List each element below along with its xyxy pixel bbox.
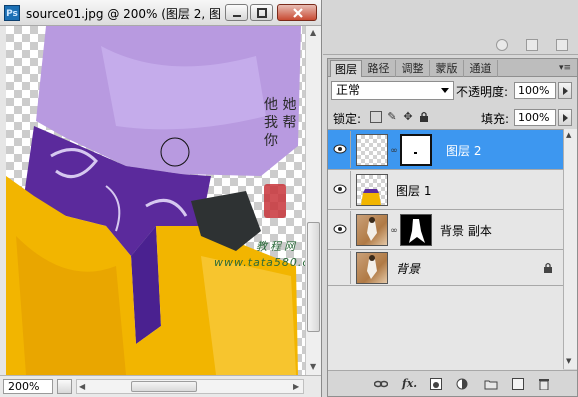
close-icon [293,8,303,18]
tab-masks[interactable]: 蒙版 [430,60,464,77]
link-layers-icon[interactable] [373,378,389,390]
chevron-down-icon [441,88,449,93]
layer-mask-thumbnail[interactable] [400,214,432,246]
tab-paths[interactable]: 路径 [362,60,396,77]
fill-field[interactable]: 100% [514,109,556,126]
vertical-scroll-thumb[interactable] [307,222,320,332]
layer-thumbnail[interactable] [356,214,388,246]
scroll-left-arrow-icon[interactable]: ◀ [79,382,85,391]
scroll-down-arrow-icon[interactable]: ▼ [566,357,571,365]
no-entry-icon[interactable] [496,39,509,51]
visibility-toggle[interactable] [329,251,351,284]
watermark-char: 他 [264,97,278,113]
adjustment-layer-icon[interactable] [456,378,468,390]
maximize-icon [257,8,267,18]
watermark-char: 我 [264,115,278,131]
watermark-char: 你 [264,133,278,149]
tab-channels[interactable]: 通道 [464,60,498,77]
close-button[interactable] [277,4,317,21]
watermark-calligraphy: 他 她 我 帮 你 [264,96,300,150]
lock-transparent-icon[interactable] [370,111,382,123]
blend-mode-select[interactable]: 正常 [331,81,454,100]
layer-thumbnail[interactable] [356,252,388,284]
tab-layers[interactable]: 图层 [330,60,362,77]
panel-menu-icon[interactable]: ▾≡ [559,62,573,74]
lock-move-icon[interactable]: ✥ [402,111,414,123]
upper-panel [323,0,578,55]
document-titlebar[interactable]: Ps source01.jpg @ 200% (图层 2, 图... [0,0,321,26]
scroll-up-arrow-icon[interactable]: ▲ [566,131,571,139]
lock-brush-icon[interactable]: ✎ [386,111,398,123]
layer-name[interactable]: 背景 [396,260,420,277]
status-info-icon[interactable] [57,379,72,394]
minimize-button[interactable] [225,4,248,21]
watermark-char: 帮 [282,115,297,131]
layer-row[interactable]: ∞ 背景 副本 [328,210,563,250]
layer-row[interactable]: 图层 1 [328,170,563,210]
link-icon[interactable]: ∞ [390,226,398,236]
layers-footer: fx. [328,370,577,396]
horizontal-scrollbar[interactable]: ◀ ▶ [76,379,304,394]
layer-mask-thumbnail[interactable] [400,134,432,166]
vertical-scrollbar[interactable]: ▲ ▼ [305,26,321,375]
layer-row[interactable]: 背景 [328,250,563,286]
visibility-toggle[interactable] [329,211,351,248]
document-window: Ps source01.jpg @ 200% (图层 2, 图... 他 她 我… [0,0,322,397]
minimize-icon [233,15,241,17]
layer-name[interactable]: 图层 2 [446,142,481,159]
watermark-tagline: 教程网 [256,240,298,253]
horizontal-scroll-thumb[interactable] [131,381,197,392]
document-title: source01.jpg @ 200% (图层 2, 图... [26,7,222,21]
lock-label: 锁定: [333,112,362,126]
opacity-field[interactable]: 100% [514,82,556,99]
visibility-toggle[interactable] [329,171,351,208]
fill-slider-toggle[interactable] [558,109,572,126]
scroll-up-arrow-icon[interactable]: ▲ [310,28,316,37]
padlock-icon [543,262,553,273]
lock-all-icon[interactable] [418,111,430,123]
layers-panel: 图层 路径 调整 蒙版 通道 ▾≡ 正常 不透明度: 100% 锁定: ✎ ✥ … [327,58,578,397]
new-group-icon[interactable] [484,378,498,390]
scroll-right-arrow-icon[interactable]: ▶ [293,382,299,391]
eye-icon [333,184,347,194]
photoshop-icon: Ps [4,5,20,21]
upper-panel-icons [482,39,568,53]
layer-row[interactable]: ∞ 图层 2 [328,130,563,170]
maximize-button[interactable] [250,4,273,21]
trash-icon[interactable] [556,39,568,51]
layer-name[interactable]: 背景 副本 [440,222,492,239]
fx-icon[interactable]: fx. [402,378,417,390]
add-mask-icon[interactable] [430,378,442,390]
visibility-toggle[interactable] [329,131,351,168]
new-layer-icon[interactable] [512,378,524,390]
opacity-slider-toggle[interactable] [558,82,572,99]
watermark-char: 她 [282,97,297,113]
eye-icon [333,144,347,154]
eye-icon [333,224,347,234]
opacity-label: 不透明度: [456,85,509,99]
zoom-field[interactable]: 200% [3,379,53,394]
fill-label: 填充: [481,112,510,126]
blend-mode-value: 正常 [336,83,361,97]
layer-thumbnail[interactable] [356,134,388,166]
new-item-icon[interactable] [526,39,539,51]
tab-adjustments[interactable]: 调整 [396,60,430,77]
layer-list-scrollbar[interactable]: ▲ ▼ [563,129,577,369]
canvas-artwork [6,26,301,375]
layer-name[interactable]: 图层 1 [396,182,431,199]
image-canvas[interactable]: 他 她 我 帮 你 教程网 www.tata580.com [6,26,305,375]
watermark-site: www.tata580.com [214,256,305,269]
document-statusbar: 200% ◀ ▶ [0,375,321,397]
layer-list: ∞ 图层 2 图层 1 ∞ 背景 副本 背景 [328,129,563,370]
trash-icon[interactable] [538,378,550,391]
layer-thumbnail[interactable] [356,174,388,206]
link-icon[interactable]: ∞ [390,146,398,156]
scroll-down-arrow-icon[interactable]: ▼ [310,362,316,371]
panel-tabs: 图层 路径 调整 蒙版 通道 ▾≡ [328,59,577,77]
